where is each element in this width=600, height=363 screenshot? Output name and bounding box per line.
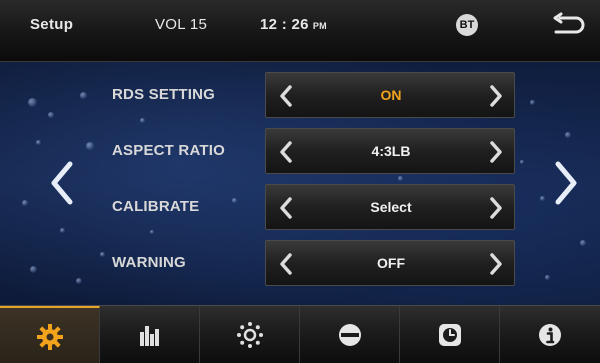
gear-icon xyxy=(37,324,63,350)
volume-indicator: VOL 15 xyxy=(155,16,208,33)
clock-ampm: PM xyxy=(312,21,327,31)
disc-icon xyxy=(339,324,361,346)
clock-display: 12 : 26 PM xyxy=(260,16,327,33)
tab-general-settings[interactable] xyxy=(0,306,100,363)
chevron-left-icon[interactable] xyxy=(276,250,296,278)
back-icon[interactable] xyxy=(546,10,586,40)
aspect-ratio-label: ASPECT RATIO xyxy=(112,142,225,159)
sun-icon xyxy=(237,322,263,348)
chevron-right-icon[interactable] xyxy=(486,138,506,166)
bluetooth-icon[interactable]: BT xyxy=(456,14,478,36)
next-page-arrow-icon[interactable] xyxy=(548,158,584,208)
tab-brightness[interactable] xyxy=(200,306,300,363)
rds-setting-selector: ON xyxy=(265,72,515,118)
aspect-ratio-value: 4:3LB xyxy=(371,143,411,159)
setup-screen: Setup VOL 15 12 : 26 PM BT RDS SETTING ON… xyxy=(0,0,600,363)
warning-label: WARNING xyxy=(112,254,186,271)
aspect-ratio-selector: 4:3LB xyxy=(265,128,515,174)
warning-value: OFF xyxy=(377,255,405,271)
chevron-right-icon[interactable] xyxy=(486,194,506,222)
bottom-nav xyxy=(0,305,600,363)
warning-selector: OFF xyxy=(265,240,515,286)
tab-disc[interactable] xyxy=(300,306,400,363)
chevron-right-icon[interactable] xyxy=(486,82,506,110)
tab-clock[interactable] xyxy=(400,306,500,363)
chevron-left-icon[interactable] xyxy=(276,138,296,166)
info-icon xyxy=(539,324,561,346)
chevron-right-icon[interactable] xyxy=(486,250,506,278)
page-title: Setup xyxy=(30,16,74,33)
tab-equalizer[interactable] xyxy=(100,306,200,363)
equalizer-icon xyxy=(140,326,159,346)
rds-setting-value: ON xyxy=(380,87,402,103)
previous-page-arrow-icon[interactable] xyxy=(44,158,80,208)
calibrate-selector: Select xyxy=(265,184,515,230)
chevron-left-icon[interactable] xyxy=(276,82,296,110)
calibrate-label: CALIBRATE xyxy=(112,198,200,215)
clock-icon xyxy=(439,324,461,346)
tab-info[interactable] xyxy=(500,306,600,363)
clock-time: 12 : 26 xyxy=(260,16,309,33)
chevron-left-icon[interactable] xyxy=(276,194,296,222)
calibrate-value[interactable]: Select xyxy=(306,199,476,215)
status-bar: Setup VOL 15 12 : 26 PM BT xyxy=(0,0,600,62)
rds-setting-label: RDS SETTING xyxy=(112,86,216,103)
